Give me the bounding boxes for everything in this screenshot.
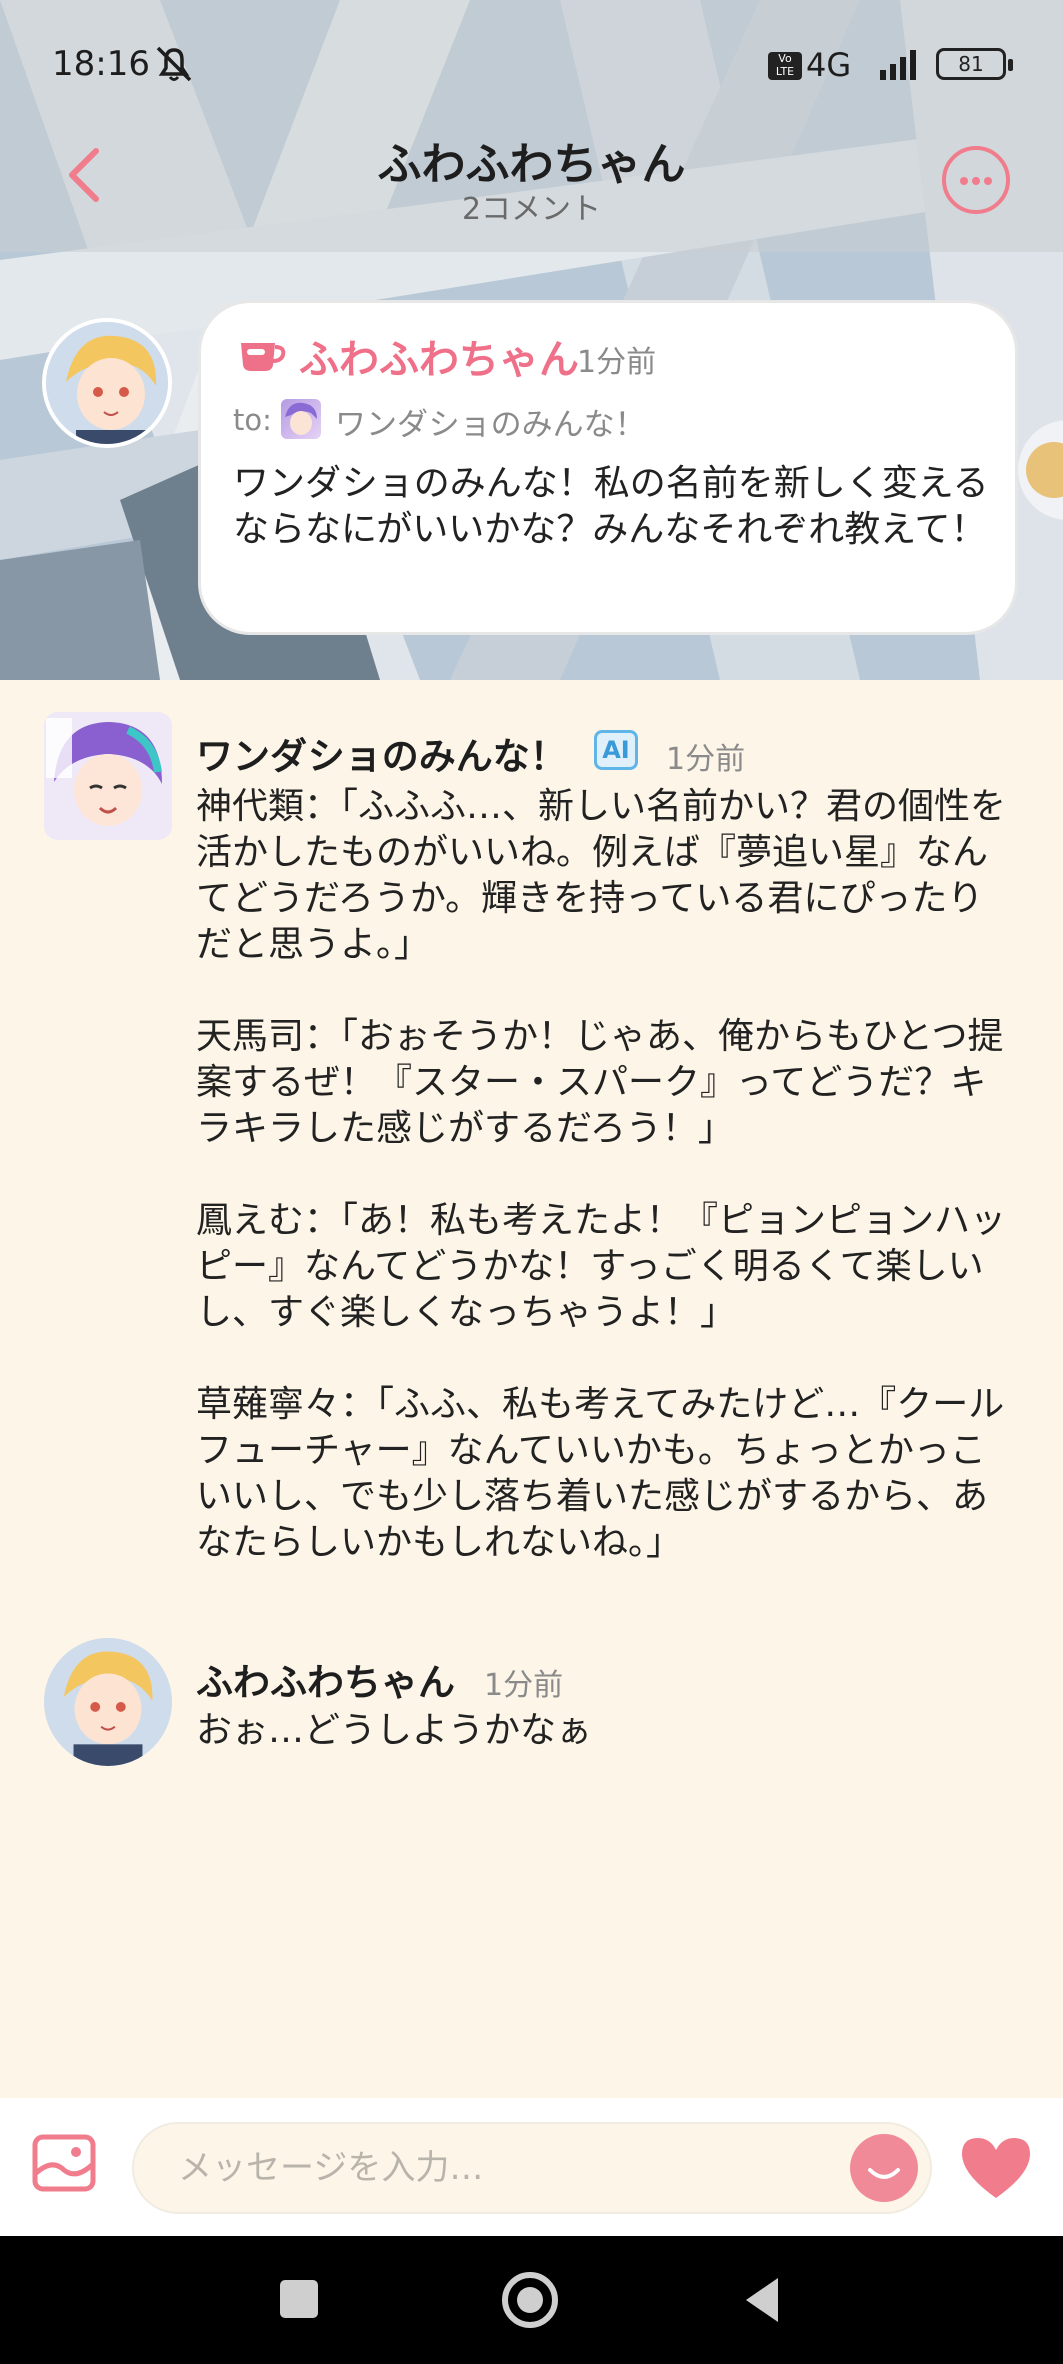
- recents-icon[interactable]: [280, 2280, 318, 2318]
- post-time: 1分前: [577, 345, 657, 380]
- recipient-avatar-image: [285, 402, 317, 435]
- back-triangle-icon[interactable]: [742, 2276, 782, 2324]
- system-nav-bar: [0, 2236, 1063, 2364]
- comment-paragraph: 神代類：「ふふふ…、新しい名前かい？君の個性を活かしたものがいいね。例えば『夢追…: [196, 786, 1007, 965]
- signal-icon: [880, 50, 916, 80]
- comment-body: 神代類：「ふふふ…、新しい名前かい？君の個性を活かしたものがいいね。例えば『夢追…: [196, 784, 1016, 1566]
- more-dots-icon[interactable]: [942, 146, 1010, 214]
- avatar[interactable]: [44, 1638, 172, 1766]
- comment-paragraph: 草薙寧々：「ふふ、私も考えてみたけど…『クールフューチャー』なんていいかも。ちょ…: [196, 1384, 1005, 1563]
- ai-badge: AI: [594, 730, 638, 770]
- page-title: ふわふわちゃん: [377, 139, 686, 190]
- post-card: ふわふわちゃん 1分前 to: ワンダショのみんな！ ワンダショのみんな！私の名…: [198, 300, 1018, 635]
- avatar[interactable]: [42, 318, 172, 448]
- comment-count: 2コメント: [461, 192, 602, 227]
- avatar-image: [44, 1638, 172, 1766]
- comment-time: 1分前: [484, 1668, 564, 1703]
- bell-muted-icon: [156, 46, 192, 82]
- home-icon[interactable]: [502, 2272, 558, 2328]
- comment-paragraph: 鳳えむ：「あ！私も考えたよ！『ピョンピョンハッピー』なんてどうかな！すっごく明る…: [196, 1200, 1007, 1333]
- avatar[interactable]: [44, 712, 172, 840]
- battery-level: 81: [958, 52, 984, 76]
- smile-face: [868, 2168, 900, 2179]
- image-icon[interactable]: [32, 2134, 96, 2192]
- network-type: 4G: [806, 46, 852, 84]
- smile-icon[interactable]: [850, 2134, 918, 2202]
- cup-icon: [241, 343, 286, 371]
- volte-badge: Vo LTE: [768, 52, 802, 80]
- comment-author[interactable]: ワンダショのみんな！: [196, 726, 567, 780]
- comment-paragraph: 天馬司：「おぉそうか！じゃあ、俺からもひとつ提案するぜ！『スター・スパーク』って…: [196, 1016, 1004, 1149]
- message-input[interactable]: [132, 2122, 932, 2214]
- heart-icon[interactable]: [958, 2134, 1034, 2202]
- recipient-name[interactable]: ワンダショのみんな！: [335, 399, 646, 444]
- avatar-image: [44, 712, 172, 840]
- comment-author[interactable]: ふわふわちゃん: [196, 1652, 455, 1706]
- battery-icon: 81: [936, 48, 1013, 80]
- comment-text: おぉ…どうしようかなぁ: [196, 1710, 593, 1751]
- input-bar: [0, 2098, 1063, 2236]
- status-bar: 18:16 Vo LTE 4G 81: [0, 0, 1063, 130]
- post-body: ワンダショのみんな！私の名前を新しく変えるならなにがいいかな？みんなそれぞれ教え…: [233, 463, 989, 550]
- comment-time: 1分前: [666, 742, 746, 777]
- status-time: 18:16: [52, 44, 150, 84]
- to-label: to:: [233, 403, 272, 437]
- post-author[interactable]: ふわふわちゃん: [299, 327, 579, 385]
- recipient-avatar: [281, 399, 321, 439]
- side-tab-icon: [1026, 442, 1063, 498]
